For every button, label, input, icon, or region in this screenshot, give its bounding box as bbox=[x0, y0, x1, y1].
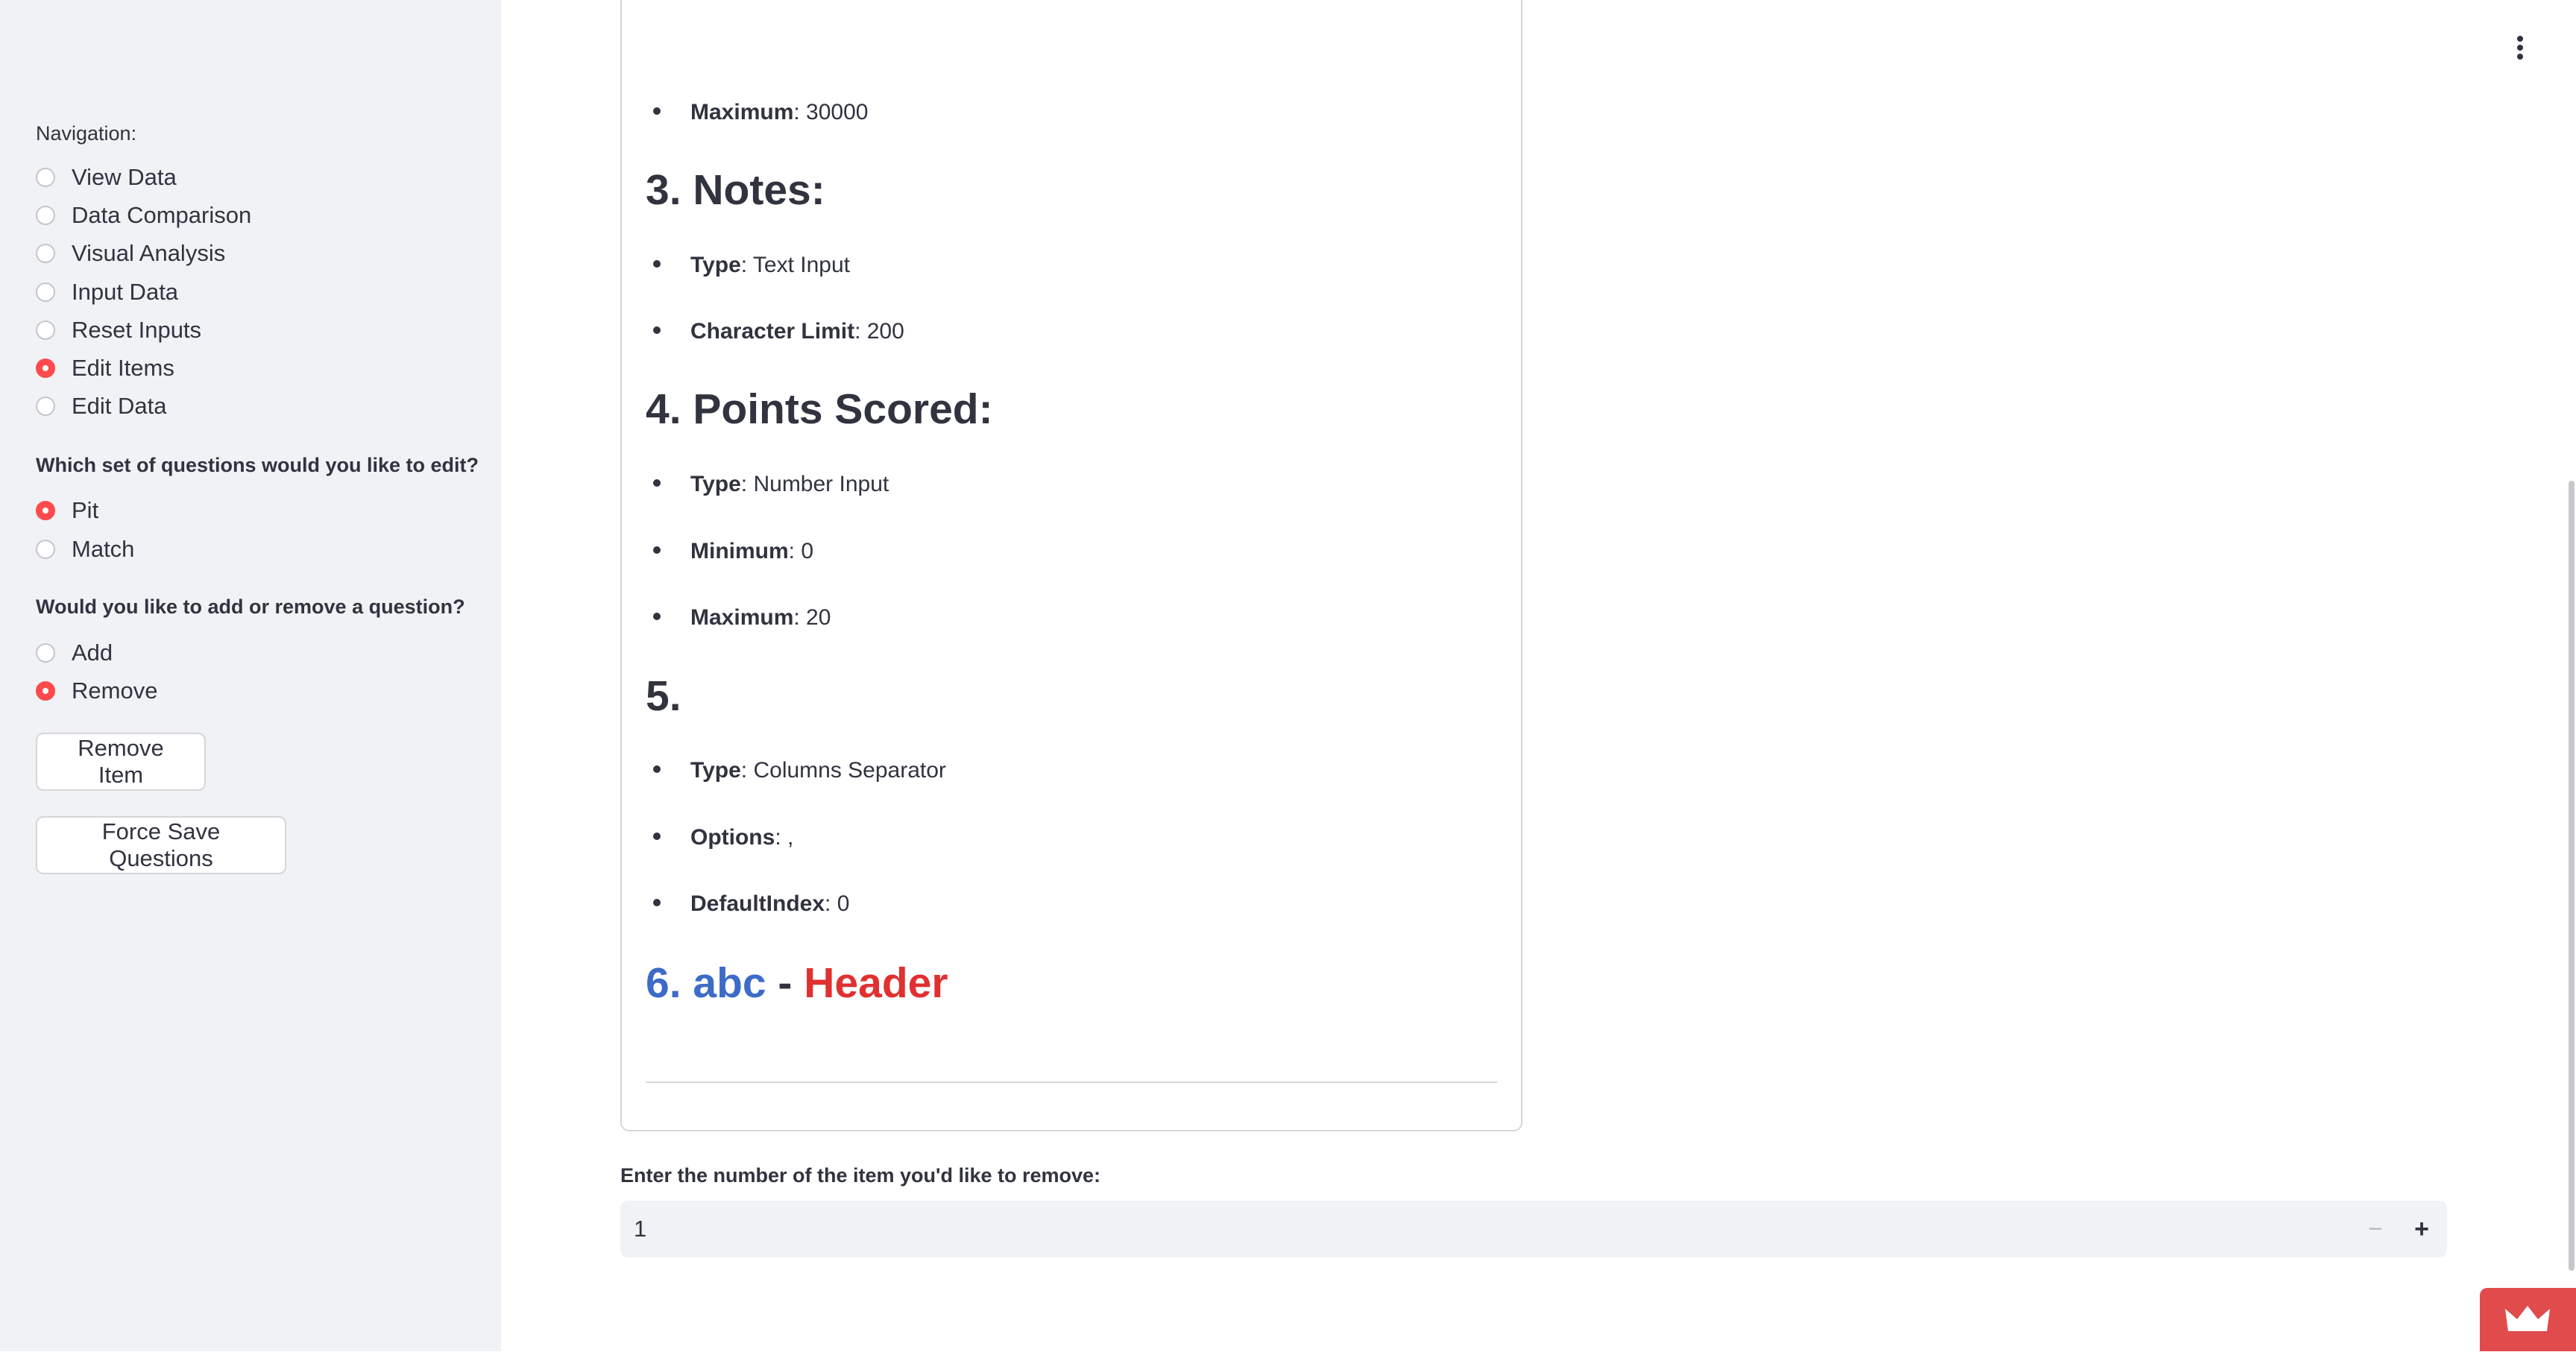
bullet-icon bbox=[653, 546, 661, 555]
nav-option-edit-items[interactable]: Edit Items bbox=[36, 353, 174, 383]
radio-icon bbox=[36, 320, 55, 340]
bullet-icon bbox=[653, 899, 661, 907]
item-heading-4: 4. Points Scored: bbox=[646, 385, 993, 433]
action-option-remove[interactable]: Remove bbox=[36, 676, 157, 706]
bullet-icon bbox=[653, 326, 661, 335]
remove-number-label: Enter the number of the item you'd like … bbox=[620, 1164, 1101, 1187]
remove-item-button[interactable]: Remove Item bbox=[36, 733, 206, 791]
list-item: Maximum: 20 bbox=[653, 605, 831, 631]
radio-icon bbox=[36, 397, 55, 416]
item-6-dash: - bbox=[766, 959, 804, 1007]
radio-icon bbox=[36, 540, 55, 559]
increment-button[interactable]: + bbox=[2399, 1201, 2444, 1257]
nav-option-visual-analysis[interactable]: Visual Analysis bbox=[36, 239, 225, 268]
item-heading-3: 3. Notes: bbox=[646, 166, 825, 214]
radio-selected-icon bbox=[36, 501, 55, 520]
radio-icon bbox=[36, 206, 55, 225]
force-save-questions-button[interactable]: Force Save Questions bbox=[36, 816, 286, 874]
nav-option-input-data[interactable]: Input Data bbox=[36, 277, 178, 307]
nav-option-data-comparison[interactable]: Data Comparison bbox=[36, 200, 251, 230]
radio-icon bbox=[36, 168, 55, 187]
item-heading-5: 5. bbox=[646, 672, 681, 720]
radio-selected-icon bbox=[36, 359, 55, 378]
bullet-icon bbox=[653, 613, 661, 621]
bullet-icon bbox=[653, 833, 661, 841]
list-item: Minimum: 0 bbox=[653, 539, 813, 564]
navigation-label: Navigation: bbox=[36, 122, 137, 145]
crown-icon bbox=[2505, 1306, 2550, 1331]
action-option-add[interactable]: Add bbox=[36, 638, 113, 668]
remove-number-stepper[interactable]: 1 − + bbox=[620, 1201, 2447, 1257]
decrement-button[interactable]: − bbox=[2353, 1201, 2398, 1257]
more-options-icon[interactable] bbox=[2510, 33, 2531, 70]
streamlit-badge[interactable] bbox=[2480, 1288, 2576, 1351]
list-item: Options: , bbox=[653, 825, 793, 850]
bullet-icon bbox=[653, 479, 661, 487]
list-item: Character Limit: 200 bbox=[653, 319, 904, 344]
nav-option-reset-inputs[interactable]: Reset Inputs bbox=[36, 315, 201, 345]
list-item: DefaultIndex: 0 bbox=[653, 891, 849, 917]
action-label: Would you like to add or remove a questi… bbox=[36, 596, 465, 618]
bullet-icon bbox=[653, 107, 661, 116]
list-item: Type: Number Input bbox=[653, 472, 889, 497]
nav-option-edit-data[interactable]: Edit Data bbox=[36, 391, 167, 421]
list-item: Type: Text Input bbox=[653, 253, 850, 278]
list-item: Maximum: 30000 bbox=[653, 100, 868, 125]
question-set-option-pit[interactable]: Pit bbox=[36, 496, 98, 525]
divider bbox=[646, 1081, 1497, 1083]
item-heading-6: 6. abc - Header bbox=[646, 958, 948, 1008]
question-set-label: Which set of questions would you like to… bbox=[36, 454, 479, 476]
radio-icon bbox=[36, 643, 55, 663]
list-item: Type: Columns Separator bbox=[653, 758, 946, 783]
sidebar: Navigation: View Data Data Comparison Vi… bbox=[0, 0, 501, 1351]
radio-icon bbox=[36, 282, 55, 302]
scrollbar[interactable] bbox=[2569, 481, 2575, 1271]
remove-number-value[interactable]: 1 bbox=[634, 1201, 646, 1257]
radio-selected-icon bbox=[36, 681, 55, 701]
item-6-type: Header bbox=[804, 959, 948, 1007]
nav-option-view-data[interactable]: View Data bbox=[36, 162, 177, 192]
item-6-number: 6. abc bbox=[646, 959, 766, 1007]
radio-icon bbox=[36, 244, 55, 263]
question-set-option-match[interactable]: Match bbox=[36, 534, 134, 564]
bullet-icon bbox=[653, 765, 661, 774]
bullet-icon bbox=[653, 260, 661, 268]
